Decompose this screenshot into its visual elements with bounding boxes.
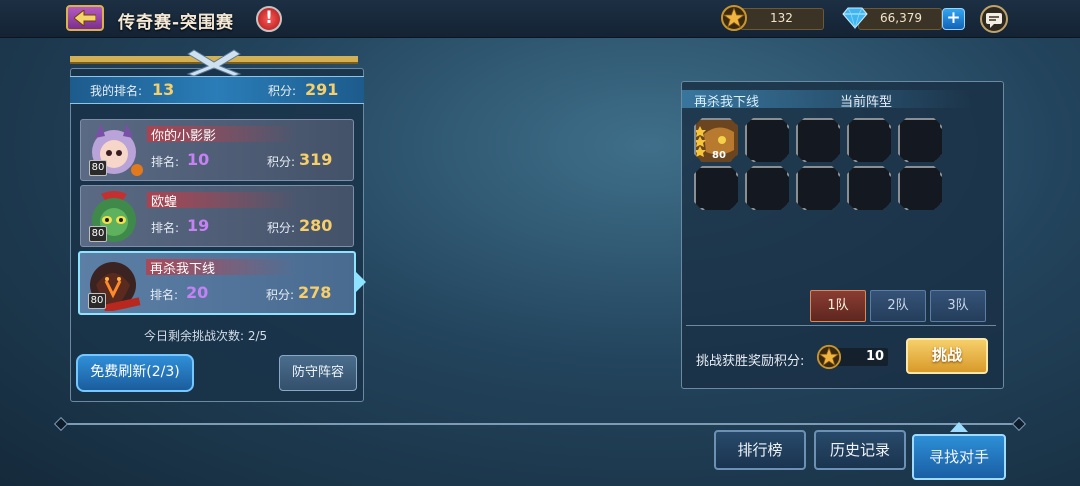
- opponent-card[interactable]: 80 你的小影影 排名: 10 积分: 319: [80, 119, 354, 181]
- rail-cap-right: [1011, 416, 1027, 432]
- my-score-value: 291: [305, 80, 339, 99]
- rank-label: 排名:: [151, 221, 180, 235]
- hero-slot-empty[interactable]: [847, 166, 891, 210]
- add-gems-button[interactable]: +: [942, 8, 965, 30]
- score-value: 280: [299, 216, 333, 235]
- hero-slot-empty[interactable]: [745, 118, 789, 162]
- score-label: 积分:: [267, 155, 296, 169]
- formation-label: 当前阵型: [840, 95, 893, 110]
- rank-value: 19: [187, 216, 210, 235]
- page-title: 传奇赛-突围赛: [118, 13, 235, 33]
- score-label: 积分:: [266, 288, 295, 302]
- opponent-name: 欧蝗: [151, 195, 178, 210]
- opponent-name: 你的小影影: [151, 129, 217, 144]
- crest-ornament: [70, 49, 358, 76]
- opponent-card[interactable]: 80 欧蝗 排名: 19 积分: 280: [80, 185, 354, 247]
- score-value: 319: [299, 150, 333, 169]
- rank-value: 20: [186, 283, 209, 302]
- hero-slot-empty[interactable]: [745, 166, 789, 210]
- team-2-tab[interactable]: 2队: [870, 290, 926, 322]
- hero-slot-filled[interactable]: 80: [694, 118, 738, 162]
- chat-button[interactable]: [980, 5, 1008, 33]
- free-refresh-button[interactable]: 免费刷新(2/3): [76, 354, 194, 392]
- rank-label: 排名:: [151, 155, 180, 169]
- my-rank-label: 我的排名:: [90, 84, 143, 98]
- team-3-tab[interactable]: 3队: [930, 290, 986, 322]
- star-currency-value: 132: [770, 11, 793, 25]
- rank-value: 10: [187, 150, 210, 169]
- challenge-button[interactable]: 挑战: [906, 338, 988, 374]
- reward-label: 挑战获胜奖励积分:: [696, 354, 805, 369]
- reward-value: 10: [866, 349, 885, 364]
- rank-label: 排名:: [150, 288, 179, 302]
- hero-slot-empty[interactable]: [898, 166, 942, 210]
- my-score-label: 积分:: [268, 84, 297, 98]
- defense-lineup-button[interactable]: 防守阵容: [279, 355, 357, 391]
- history-button[interactable]: 历史记录: [814, 430, 906, 470]
- lineup-player-name: 再杀我下线: [694, 95, 760, 110]
- back-arrow-icon: [74, 10, 96, 26]
- hero-level: 80: [712, 150, 726, 161]
- score-label: 积分:: [267, 221, 296, 235]
- chat-icon: [986, 13, 1002, 28]
- my-rank-value: 13: [152, 80, 175, 99]
- find-opponent-button[interactable]: 寻找对手: [912, 434, 1006, 480]
- diamond-icon: [842, 7, 868, 30]
- leaderboard-button[interactable]: 排行榜: [714, 430, 806, 470]
- star-medal-icon: [721, 5, 747, 31]
- bottom-rail: [60, 423, 1020, 425]
- active-tab-notch-icon: [950, 422, 968, 432]
- back-button[interactable]: [66, 5, 104, 31]
- rail-cap-left: [53, 416, 69, 432]
- remaining-challenges: 今日剩余挑战次数: 2/5: [144, 329, 268, 343]
- level-badge: 80: [89, 226, 107, 242]
- hero-slot-empty[interactable]: [796, 118, 840, 162]
- opponent-name: 再杀我下线: [150, 262, 216, 277]
- hero-slot-empty[interactable]: [694, 166, 738, 210]
- team-1-tab[interactable]: 1队: [810, 290, 866, 322]
- gem-value: 66,379: [880, 11, 922, 25]
- hero-slot-empty[interactable]: [847, 118, 891, 162]
- panel-divider: [686, 325, 996, 326]
- level-badge: 80: [89, 160, 107, 176]
- opponent-card-selected[interactable]: 80 再杀我下线 排名: 20 积分: 278: [78, 251, 356, 315]
- hero-slot-empty[interactable]: [796, 166, 840, 210]
- selected-arrow-icon: [356, 272, 366, 292]
- score-value: 278: [298, 283, 332, 302]
- hero-slot-empty[interactable]: [898, 118, 942, 162]
- info-icon[interactable]: !: [256, 6, 282, 32]
- level-badge: 80: [88, 293, 106, 309]
- star-medal-icon: [816, 344, 842, 370]
